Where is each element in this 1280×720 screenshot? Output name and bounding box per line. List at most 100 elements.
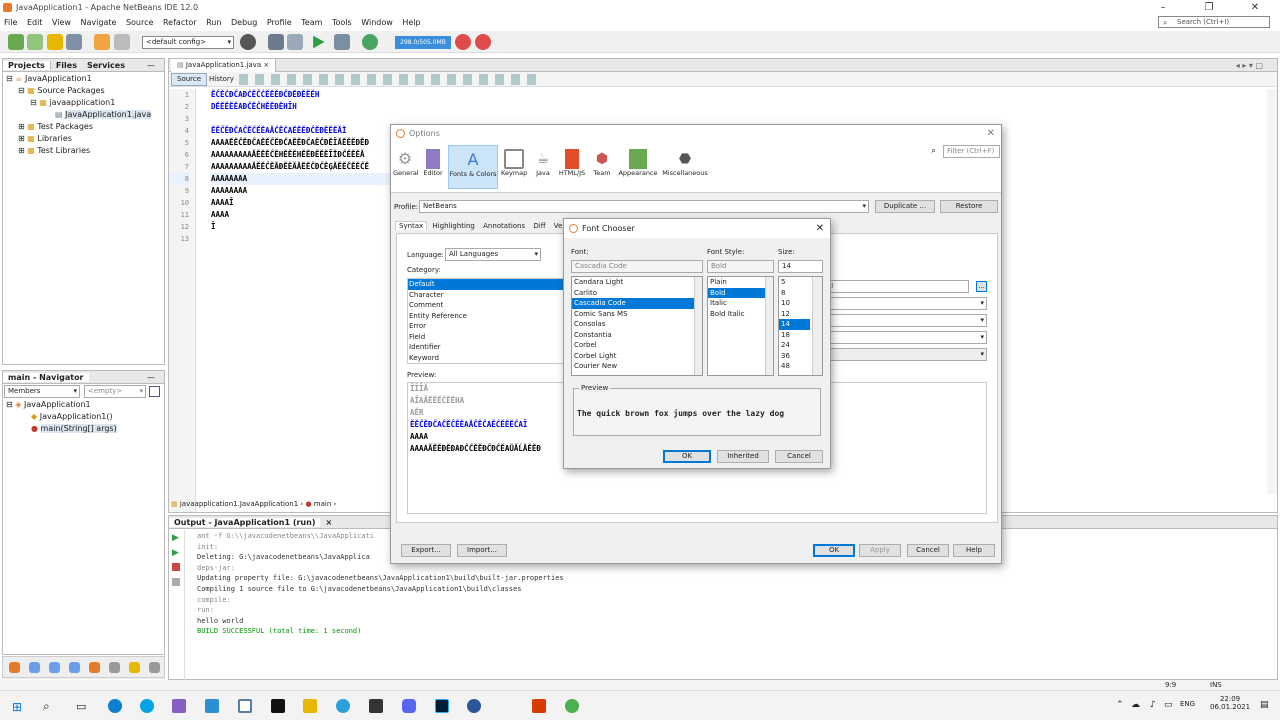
menu-tools[interactable]: Tools <box>332 18 352 27</box>
style-list-item[interactable]: Italic <box>708 298 773 309</box>
editor-scrollbar[interactable] <box>1267 89 1277 494</box>
category-item[interactable]: Entity Reference <box>408 311 566 322</box>
subtab-highlighting[interactable]: Highlighting <box>429 222 477 230</box>
export-button[interactable]: Export... <box>401 544 451 557</box>
size-list-scrollbar[interactable] <box>812 277 822 375</box>
nav-node-main[interactable]: ● main(String[] args) <box>3 423 164 435</box>
font-list-item[interactable]: Candara Light <box>572 277 702 288</box>
foreground-select[interactable]: ▾ <box>825 297 987 310</box>
tray-chevron-icon[interactable]: ⌃ <box>1116 700 1124 710</box>
font-ok-button[interactable]: OK <box>663 450 711 463</box>
filter-input[interactable]: Filter (Ctrl+F) <box>943 145 1000 158</box>
tool-icon-8[interactable] <box>149 662 160 673</box>
inherited-button[interactable]: Inherited <box>717 450 769 463</box>
tab-files[interactable]: Files <box>51 61 82 70</box>
font-list-item[interactable]: Constantia <box>572 330 702 341</box>
category-team[interactable]: ⬢ Team <box>590 149 614 177</box>
style-list[interactable]: Plain Bold Italic Bold Italic <box>707 276 774 376</box>
font-list-item[interactable]: Carlito <box>572 288 702 299</box>
category-item[interactable]: Default <box>408 279 566 290</box>
undo-icon[interactable] <box>94 34 110 50</box>
tool-icon-4[interactable] <box>69 662 80 673</box>
profile-icon[interactable] <box>362 34 378 50</box>
file-explorer-icon[interactable] <box>303 699 317 713</box>
breadcrumb-item[interactable]: main <box>314 500 332 508</box>
font-list-item[interactable]: Cascadia Code <box>572 298 702 309</box>
menu-source[interactable]: Source <box>126 18 153 27</box>
telegram-icon[interactable] <box>336 699 350 713</box>
tray-battery-icon[interactable]: ▭ <box>1164 700 1173 710</box>
run-icon[interactable] <box>313 35 325 49</box>
size-list-item[interactable]: 14 <box>779 319 810 330</box>
style-list-item[interactable]: Plain <box>708 277 773 288</box>
config-select[interactable]: <default config> ▾ <box>142 36 234 49</box>
close-icon[interactable]: ✕ <box>987 125 995 143</box>
tool-icon-5[interactable] <box>89 662 100 673</box>
style-list-item[interactable]: Bold <box>708 287 773 298</box>
font-list[interactable]: Candara Light Carlito Cascadia Code Comi… <box>571 276 703 376</box>
nav-node-class[interactable]: ⊟ ◈ JavaApplication1 <box>3 399 164 411</box>
category-html-js[interactable]: HTML/JS <box>557 149 587 177</box>
subtab-diff[interactable]: Diff <box>530 222 548 230</box>
save-all-icon[interactable] <box>66 34 82 50</box>
ide-search-input[interactable]: ⌕ Search (Ctrl+I) <box>1158 16 1270 28</box>
category-editor[interactable]: Editor <box>421 149 445 177</box>
category-item[interactable]: Field <box>408 332 566 343</box>
members-select[interactable]: Members ▾ <box>4 385 80 398</box>
menu-team[interactable]: Team <box>301 18 322 27</box>
tree-node-java-file[interactable]: ▤ JavaApplication1.java <box>3 109 164 121</box>
visual-studio-icon[interactable] <box>172 699 186 713</box>
subtab-syntax[interactable]: Syntax <box>395 221 428 230</box>
category-general[interactable]: ⚙ General <box>393 149 419 177</box>
effect-color-select[interactable]: ▾ <box>825 348 987 361</box>
gc-icon[interactable] <box>455 34 471 50</box>
import-button[interactable]: Import... <box>457 544 507 557</box>
search-icon[interactable]: ⌕ <box>43 699 50 714</box>
tool-icon-2[interactable] <box>29 662 40 673</box>
font-style-field[interactable]: Bold <box>707 260 774 273</box>
category-keymap[interactable]: Keymap <box>501 149 527 177</box>
font-list-item[interactable]: Consolas <box>572 319 702 330</box>
chrome-icon[interactable] <box>565 699 579 713</box>
apply-button[interactable]: Apply <box>859 544 901 557</box>
category-item[interactable]: Character <box>408 290 566 301</box>
tab-services[interactable]: Services <box>82 61 130 70</box>
redo-icon[interactable] <box>114 34 130 50</box>
restore-button[interactable]: Restore <box>940 200 998 213</box>
options-cancel-button[interactable]: Cancel <box>907 544 949 557</box>
vscode-icon[interactable] <box>205 699 219 713</box>
category-item[interactable]: Comment <box>408 300 566 311</box>
style-list-item[interactable]: Bold Italic <box>708 309 773 320</box>
navigator-title[interactable]: main - Navigator <box>3 373 89 382</box>
minimize-panel-icon[interactable]: — <box>142 371 160 384</box>
size-list[interactable]: 5 8 10 12 14 18 24 36 48 <box>778 276 823 376</box>
subtab-annotations[interactable]: Annotations <box>480 222 528 230</box>
new-project-icon[interactable] <box>8 34 24 50</box>
tray-clock[interactable]: 22:09 06.01.2021 <box>1210 695 1250 711</box>
font-cancel-button[interactable]: Cancel <box>775 450 823 463</box>
stop-icon[interactable] <box>172 563 180 571</box>
new-file-icon[interactable] <box>27 34 43 50</box>
edge-icon[interactable] <box>108 699 122 713</box>
tab-source[interactable]: Source <box>171 73 208 86</box>
menu-file[interactable]: File <box>4 18 17 27</box>
close-tab-icon[interactable]: × <box>263 61 269 69</box>
tab-projects[interactable]: Projects <box>3 61 51 70</box>
font-field[interactable]: d <box>825 280 969 293</box>
close-tab-icon[interactable]: × <box>320 518 337 527</box>
font-list-item[interactable]: Courier New <box>572 361 702 372</box>
font-browse-button[interactable]: ... <box>976 281 987 292</box>
tree-node-test-libraries[interactable]: ⊞ ▦ Test Libraries <box>3 145 164 157</box>
notification-icon[interactable]: ▤ <box>1260 700 1269 710</box>
options-ok-button[interactable]: OK <box>813 544 855 557</box>
tray-network-icon[interactable]: ☁ <box>1131 700 1140 710</box>
category-fonts-colors[interactable]: A Fonts & Colors <box>448 145 498 189</box>
debug-icon[interactable] <box>334 34 350 50</box>
editor-action-icons[interactable] <box>239 74 539 85</box>
language-select[interactable]: All Languages ▾ <box>445 248 541 261</box>
build-icon[interactable] <box>268 34 284 50</box>
font-size-field[interactable]: 14 <box>778 260 823 273</box>
clean-build-icon[interactable] <box>287 34 303 50</box>
help-button[interactable]: Help <box>953 544 995 557</box>
background-select[interactable]: ▾ <box>825 314 987 327</box>
